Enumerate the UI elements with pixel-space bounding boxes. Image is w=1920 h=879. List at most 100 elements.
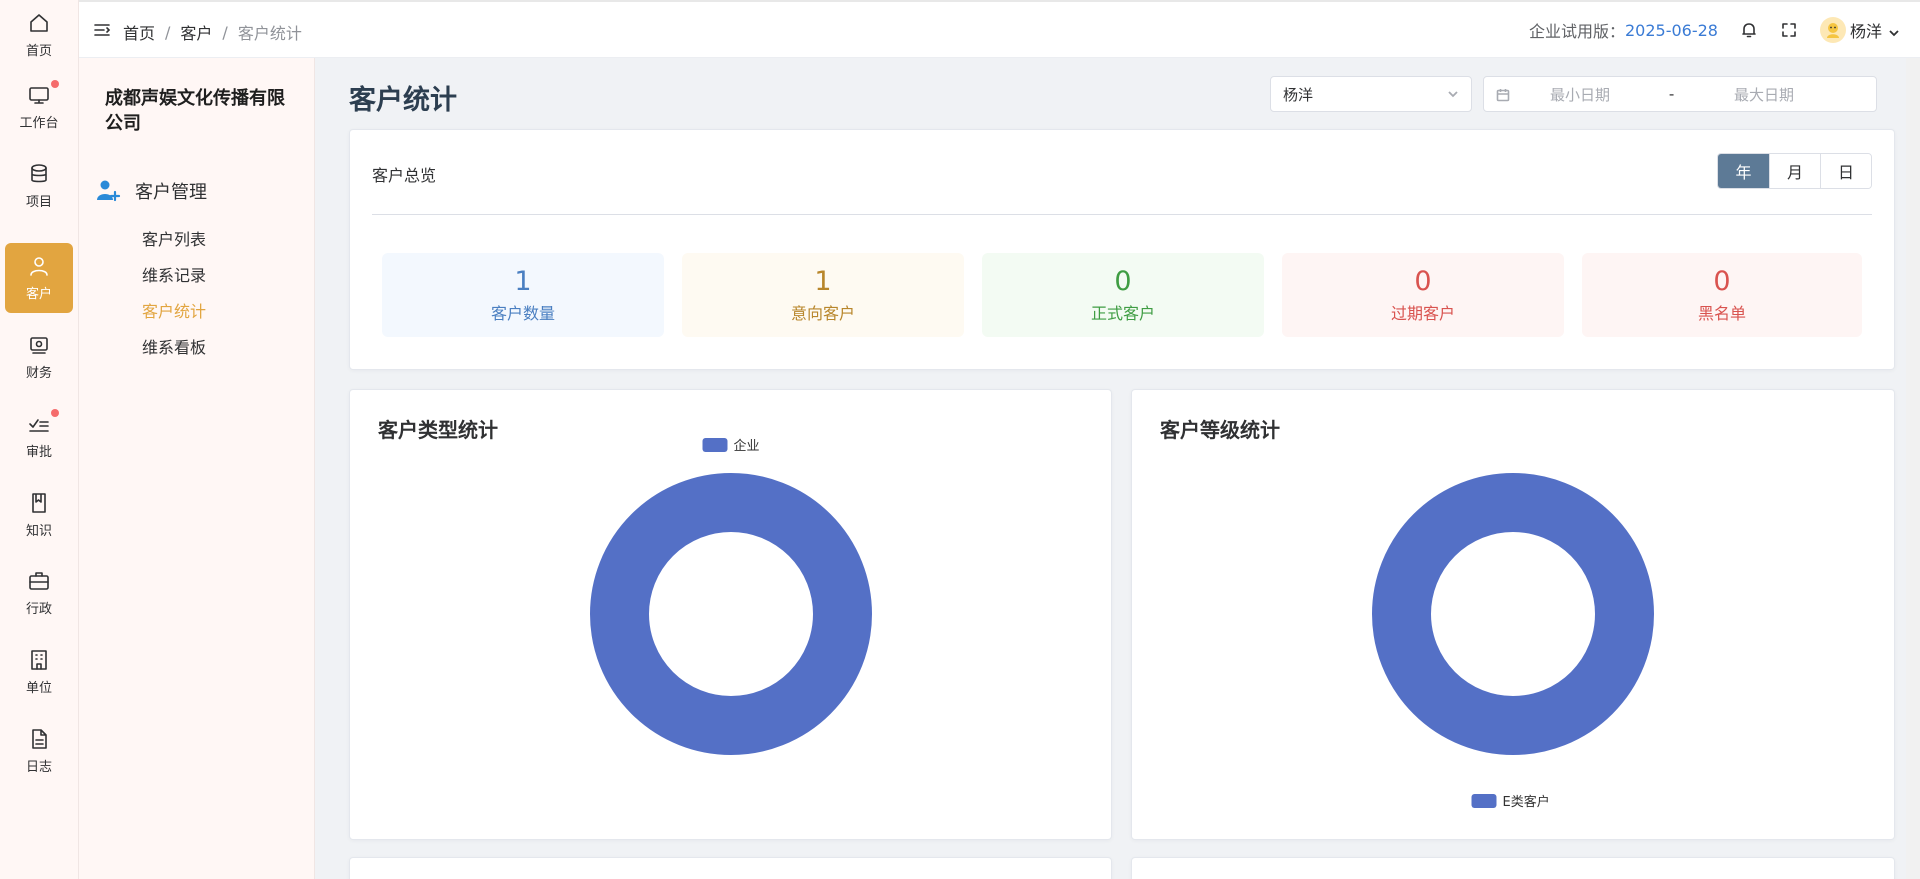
document-icon	[27, 727, 51, 751]
breadcrumb-customer[interactable]: 客户	[180, 20, 212, 44]
rail-item-workbench[interactable]: 工作台	[5, 72, 73, 142]
pie-slice	[1372, 473, 1654, 755]
building-icon	[27, 648, 51, 672]
book-icon	[27, 491, 51, 515]
stat-expired-customers[interactable]: 0 过期客户	[1282, 253, 1564, 337]
period-month-button[interactable]: 月	[1769, 154, 1820, 188]
rail-item-customer[interactable]: 客户	[5, 243, 73, 313]
stat-value: 1	[514, 266, 532, 297]
rail-item-log[interactable]: 日志	[5, 716, 73, 786]
user-filter-value: 杨洋	[1283, 85, 1314, 104]
legend-swatch	[1471, 794, 1497, 808]
briefcase-icon	[27, 569, 51, 593]
stat-value: 0	[1713, 266, 1731, 297]
divider	[372, 214, 1872, 215]
page-scrollbar[interactable]	[1906, 58, 1920, 879]
customer-level-chart-card: 客户等级统计 E类客户	[1131, 389, 1895, 840]
rail-item-label: 日志	[25, 760, 52, 775]
wallet-icon	[27, 333, 51, 357]
rail-item-label: 审批	[25, 445, 52, 460]
rail-item-home[interactable]: 首页	[5, 0, 73, 70]
rail-item-project[interactable]: 项目	[5, 151, 73, 221]
stat-label: 过期客户	[1390, 304, 1455, 323]
user-filter-select[interactable]: 杨洋	[1270, 76, 1472, 112]
monitor-icon	[27, 80, 59, 107]
menu-group-label: 客户管理	[135, 182, 207, 203]
stat-intent-customers[interactable]: 1 意向客户	[682, 253, 964, 337]
checklist-icon	[27, 409, 59, 436]
stat-label: 黑名单	[1697, 304, 1746, 323]
date-end-input[interactable]: 最大日期	[1734, 84, 1864, 105]
calendar-icon	[1496, 87, 1510, 102]
stat-blacklist[interactable]: 0 黑名单	[1582, 253, 1862, 337]
user-name[interactable]: 杨洋	[1850, 18, 1882, 42]
stat-formal-customers[interactable]: 0 正式客户	[982, 253, 1264, 337]
rail-item-label: 工作台	[19, 116, 59, 131]
customer-overview-card: 客户总览 年 月 日 1 客户数量 1 意向客户 0 正式客户 0 过期客户 0…	[349, 129, 1895, 370]
add-user-icon	[95, 178, 121, 204]
fullscreen-icon[interactable]	[1780, 21, 1798, 39]
page-title: 客户统计	[349, 85, 457, 116]
stat-label: 正式客户	[1090, 304, 1155, 323]
customer-type-donut-chart: 企业	[590, 438, 872, 755]
stat-label: 客户数量	[490, 304, 555, 323]
rail-item-label: 项目	[25, 195, 52, 210]
period-year-button[interactable]: 年	[1718, 154, 1769, 188]
rail-item-label: 知识	[25, 524, 52, 539]
chevron-down-icon	[1447, 85, 1459, 104]
header-actions: 企业试用版： 2025-06-28 杨洋	[1529, 2, 1920, 58]
home-icon	[27, 11, 51, 35]
customer-level-donut-chart: E类客户	[1372, 473, 1654, 810]
secondary-sidebar: 成都声娱文化传播有限公司 客户管理 客户列表 维系记录 客户统计 维系看板	[79, 58, 315, 879]
bell-icon[interactable]	[1740, 21, 1758, 39]
notification-dot	[51, 409, 59, 417]
icon-rail: 首页 工作台 项目 客户 财务 审批 知识 行政 单位 日志	[0, 0, 79, 879]
date-range-picker[interactable]: 最小日期 - 最大日期	[1483, 76, 1877, 112]
breadcrumb-separator: /	[165, 22, 171, 42]
period-segmented-control: 年 月 日	[1717, 153, 1872, 189]
rail-item-label: 客户	[25, 287, 52, 302]
trial-date[interactable]: 2025-06-28	[1625, 21, 1718, 40]
stat-customer-count[interactable]: 1 客户数量	[382, 253, 664, 337]
breadcrumb: 首页 / 客户 / 客户统计	[123, 20, 302, 44]
rail-item-label: 行政	[25, 602, 52, 617]
date-start-input[interactable]: 最小日期	[1550, 84, 1669, 105]
subnav-item-customer-list[interactable]: 客户列表	[142, 226, 206, 250]
breadcrumb-current: 客户统计	[237, 24, 302, 43]
period-day-button[interactable]: 日	[1820, 154, 1871, 188]
overview-title: 客户总览	[372, 166, 437, 185]
rail-item-finance[interactable]: 财务	[5, 322, 73, 392]
stat-value: 0	[1414, 266, 1432, 297]
subnav-item-customer-stats[interactable]: 客户统计	[142, 298, 206, 322]
stat-value: 1	[814, 266, 832, 297]
chevron-down-icon[interactable]	[1888, 24, 1900, 37]
date-range-separator: -	[1668, 85, 1675, 103]
database-icon	[27, 162, 51, 186]
rail-item-knowledge[interactable]: 知识	[5, 480, 73, 550]
legend-swatch	[702, 438, 728, 452]
rail-item-label: 首页	[25, 44, 52, 59]
stat-value: 0	[1114, 266, 1132, 297]
top-header: 首页 / 客户 / 客户统计 企业试用版： 2025-06-28 杨洋	[79, 0, 1920, 58]
avatar[interactable]	[1819, 17, 1846, 43]
legend-label: 企业	[734, 438, 760, 454]
menu-fold-icon[interactable]	[93, 21, 111, 39]
legend-label: E类客户	[1503, 794, 1550, 810]
rail-item-unit[interactable]: 单位	[5, 637, 73, 707]
customer-type-chart-card: 客户类型统计 企业	[349, 389, 1112, 840]
user-icon	[27, 254, 51, 278]
notification-dot	[51, 80, 59, 88]
subnav-item-maintenance-board[interactable]: 维系看板	[142, 334, 206, 358]
rail-item-admin[interactable]: 行政	[5, 558, 73, 628]
pie-slice	[590, 473, 872, 755]
chart-card-placeholder	[349, 857, 1112, 879]
rail-item-approval[interactable]: 审批	[5, 401, 73, 471]
company-name: 成都声娱文化传播有限公司	[105, 88, 285, 134]
chart-card-placeholder	[1131, 857, 1895, 879]
subnav-item-maintenance-records[interactable]: 维系记录	[142, 262, 206, 286]
stat-label: 意向客户	[790, 304, 855, 323]
rail-item-label: 单位	[25, 681, 52, 696]
breadcrumb-home[interactable]: 首页	[123, 20, 155, 44]
menu-group-customer-management[interactable]: 客户管理	[95, 178, 207, 204]
rail-item-label: 财务	[25, 366, 52, 381]
